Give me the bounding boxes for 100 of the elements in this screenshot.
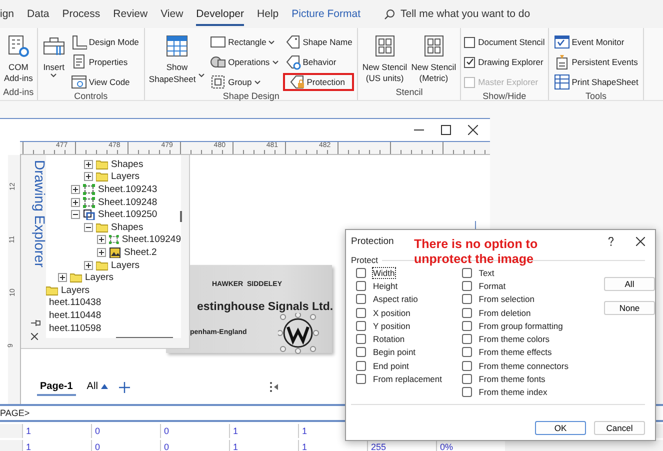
expand-icon[interactable] bbox=[84, 260, 93, 270]
checkbox[interactable] bbox=[462, 268, 472, 278]
shape-icon bbox=[109, 234, 119, 246]
ribbon-button[interactable]: Persistent Events bbox=[552, 53, 640, 71]
checkbox[interactable] bbox=[462, 334, 472, 344]
group-label: Shape Design bbox=[222, 91, 280, 101]
scrollbar-thumb[interactable] bbox=[180, 211, 182, 222]
checkbox-label: Height bbox=[373, 280, 398, 291]
expand-icon[interactable] bbox=[97, 248, 106, 257]
tree-item[interactable]: Layers bbox=[61, 284, 90, 296]
ribbon-tab[interactable]: Review bbox=[113, 2, 148, 26]
checkbox-label: Begin point bbox=[373, 347, 416, 358]
expand-icon[interactable] bbox=[58, 273, 67, 282]
checkbox[interactable] bbox=[356, 360, 366, 371]
tree-item[interactable]: Sheet.109243 bbox=[98, 184, 158, 195]
folder-icon bbox=[96, 171, 108, 182]
shape-icon bbox=[83, 184, 95, 195]
checkbox[interactable] bbox=[464, 36, 476, 48]
dialog-button[interactable]: OK bbox=[535, 421, 586, 435]
tree-item[interactable]: Sheet.2 bbox=[124, 246, 157, 258]
tree-item[interactable]: Shapes bbox=[111, 158, 144, 170]
ribbon-button[interactable]: Show ShapeSheet bbox=[148, 33, 206, 86]
checkbox-label: From group formatting bbox=[478, 320, 563, 331]
ribbon-button[interactable]: Group bbox=[208, 73, 281, 91]
caret-up-icon bbox=[100, 384, 108, 388]
checkbox[interactable] bbox=[462, 387, 472, 398]
table-cell: 0 bbox=[160, 440, 229, 451]
dialog-button[interactable]: None bbox=[604, 301, 655, 315]
group-label: Protect bbox=[351, 255, 378, 265]
expand-icon[interactable] bbox=[97, 235, 106, 244]
ribbon-tab[interactable]: Process bbox=[62, 2, 100, 26]
checkbox[interactable] bbox=[356, 294, 366, 304]
chevron-down-icon bbox=[50, 73, 58, 78]
checkbox[interactable] bbox=[464, 56, 476, 68]
ribbon-button[interactable]: Event Monitor bbox=[552, 33, 640, 51]
checkbox[interactable] bbox=[356, 308, 366, 318]
stencil-grid-icon bbox=[422, 34, 446, 58]
checkbox[interactable] bbox=[356, 320, 366, 331]
tree-item[interactable]: Sheet.109248 bbox=[98, 196, 158, 208]
checkbox-label: X position bbox=[373, 308, 410, 318]
checkbox[interactable] bbox=[462, 280, 472, 291]
checkbox[interactable] bbox=[462, 294, 472, 304]
dialog-button[interactable]: Cancel bbox=[594, 421, 645, 435]
properties-icon bbox=[70, 54, 87, 70]
ribbon-button[interactable]: Operations bbox=[208, 53, 281, 71]
ribbon-button[interactable]: COM Add-ins bbox=[3, 33, 34, 85]
checkbox-label: From theme connectors bbox=[478, 360, 568, 371]
folder-icon bbox=[46, 284, 58, 296]
expand-icon[interactable] bbox=[71, 184, 80, 194]
group-label: Stencil bbox=[394, 87, 424, 99]
tree-item[interactable]: heet.110448 bbox=[49, 310, 102, 321]
checkbox[interactable] bbox=[462, 308, 472, 318]
tree-item[interactable]: Sheet.109250 bbox=[98, 209, 158, 220]
ribbon-button[interactable]: Rectangle bbox=[208, 33, 281, 51]
checkbox[interactable] bbox=[462, 374, 472, 384]
table-cell: 1 bbox=[229, 440, 298, 451]
ribbon-button[interactable]: View Code bbox=[68, 73, 141, 91]
checkbox[interactable] bbox=[356, 268, 366, 278]
tree-item[interactable]: Layers bbox=[85, 272, 114, 284]
plate-text: estinghouse Signals Ltd. bbox=[197, 301, 334, 313]
expand-icon[interactable] bbox=[84, 160, 93, 169]
ribbon-tab[interactable]: View bbox=[160, 2, 184, 26]
expand-icon[interactable] bbox=[71, 198, 80, 207]
expand-icon[interactable] bbox=[84, 172, 93, 182]
checkbox[interactable] bbox=[462, 347, 472, 358]
checkbox[interactable] bbox=[356, 280, 366, 291]
chevron-down-icon bbox=[272, 60, 279, 64]
ribbon-button[interactable]: Insert bbox=[40, 33, 67, 83]
ribbon-button[interactable]: New Stencil (US units) bbox=[361, 33, 408, 85]
checkbox[interactable] bbox=[356, 334, 366, 344]
ribbon-button[interactable]: Behavior bbox=[282, 53, 354, 71]
tree-item[interactable]: heet.110598 bbox=[49, 322, 102, 334]
checkbox[interactable] bbox=[462, 320, 472, 331]
ribbon-button[interactable]: Properties bbox=[68, 53, 141, 71]
image-icon bbox=[109, 246, 121, 258]
ribbon-button[interactable]: New Stencil (Metric) bbox=[410, 33, 458, 85]
ribbon-tab[interactable]: Data bbox=[27, 2, 50, 26]
ribbon-button[interactable]: Shape Name bbox=[282, 33, 354, 51]
ribbon-tab[interactable]: Developer bbox=[196, 2, 244, 26]
ribbon-button[interactable]: Print ShapeSheet bbox=[552, 73, 640, 91]
ribbon-tab[interactable]: Picture Format bbox=[292, 2, 360, 26]
ribbon-tab[interactable]: Help bbox=[257, 2, 279, 26]
checkbox[interactable] bbox=[356, 374, 366, 384]
collapse-icon[interactable] bbox=[84, 222, 93, 232]
tree-item[interactable]: Layers bbox=[111, 171, 140, 182]
checkbox[interactable] bbox=[462, 360, 472, 371]
tree-item[interactable]: heet.110438 bbox=[49, 297, 102, 308]
ribbon-tab[interactable]: ign bbox=[0, 2, 14, 26]
dialog-button[interactable]: All bbox=[604, 277, 655, 291]
tree-item[interactable]: Layers bbox=[111, 260, 140, 271]
pin-icon bbox=[31, 319, 41, 327]
collapse-icon[interactable] bbox=[71, 210, 80, 220]
checkbox[interactable] bbox=[356, 347, 366, 358]
ribbon-button[interactable]: Protection bbox=[282, 73, 354, 91]
gear-document-icon bbox=[6, 34, 30, 58]
ribbon-button[interactable]: Design Mode bbox=[68, 33, 141, 51]
tree-item[interactable]: Sheet.109249 bbox=[122, 234, 181, 246]
checkbox-label: Aspect ratio bbox=[373, 294, 418, 304]
tree-item[interactable]: Shapes bbox=[111, 222, 144, 233]
search-field[interactable]: Tell me what you want to do bbox=[400, 8, 530, 20]
